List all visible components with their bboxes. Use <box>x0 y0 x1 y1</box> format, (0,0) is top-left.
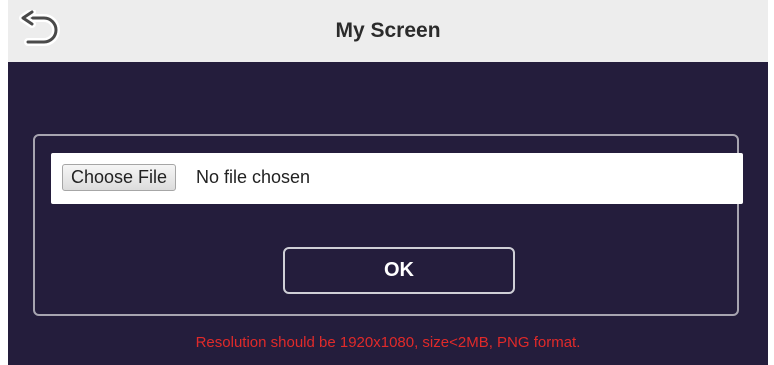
ok-button[interactable]: OK <box>283 247 515 294</box>
page-title: My Screen <box>335 19 441 42</box>
file-status-text: No file chosen <box>196 167 311 187</box>
requirements-hint: Resolution should be 1920x1080, size<2MB… <box>195 334 581 351</box>
upload-panel: Choose File No file chosen OK <box>33 134 743 316</box>
screen-frame: My Screen Choose File No file chosen OK … <box>8 0 768 365</box>
header-bar: My Screen <box>8 0 768 62</box>
choose-file-button[interactable]: Choose File <box>62 164 177 191</box>
file-input[interactable]: Choose File No file chosen <box>51 153 743 204</box>
